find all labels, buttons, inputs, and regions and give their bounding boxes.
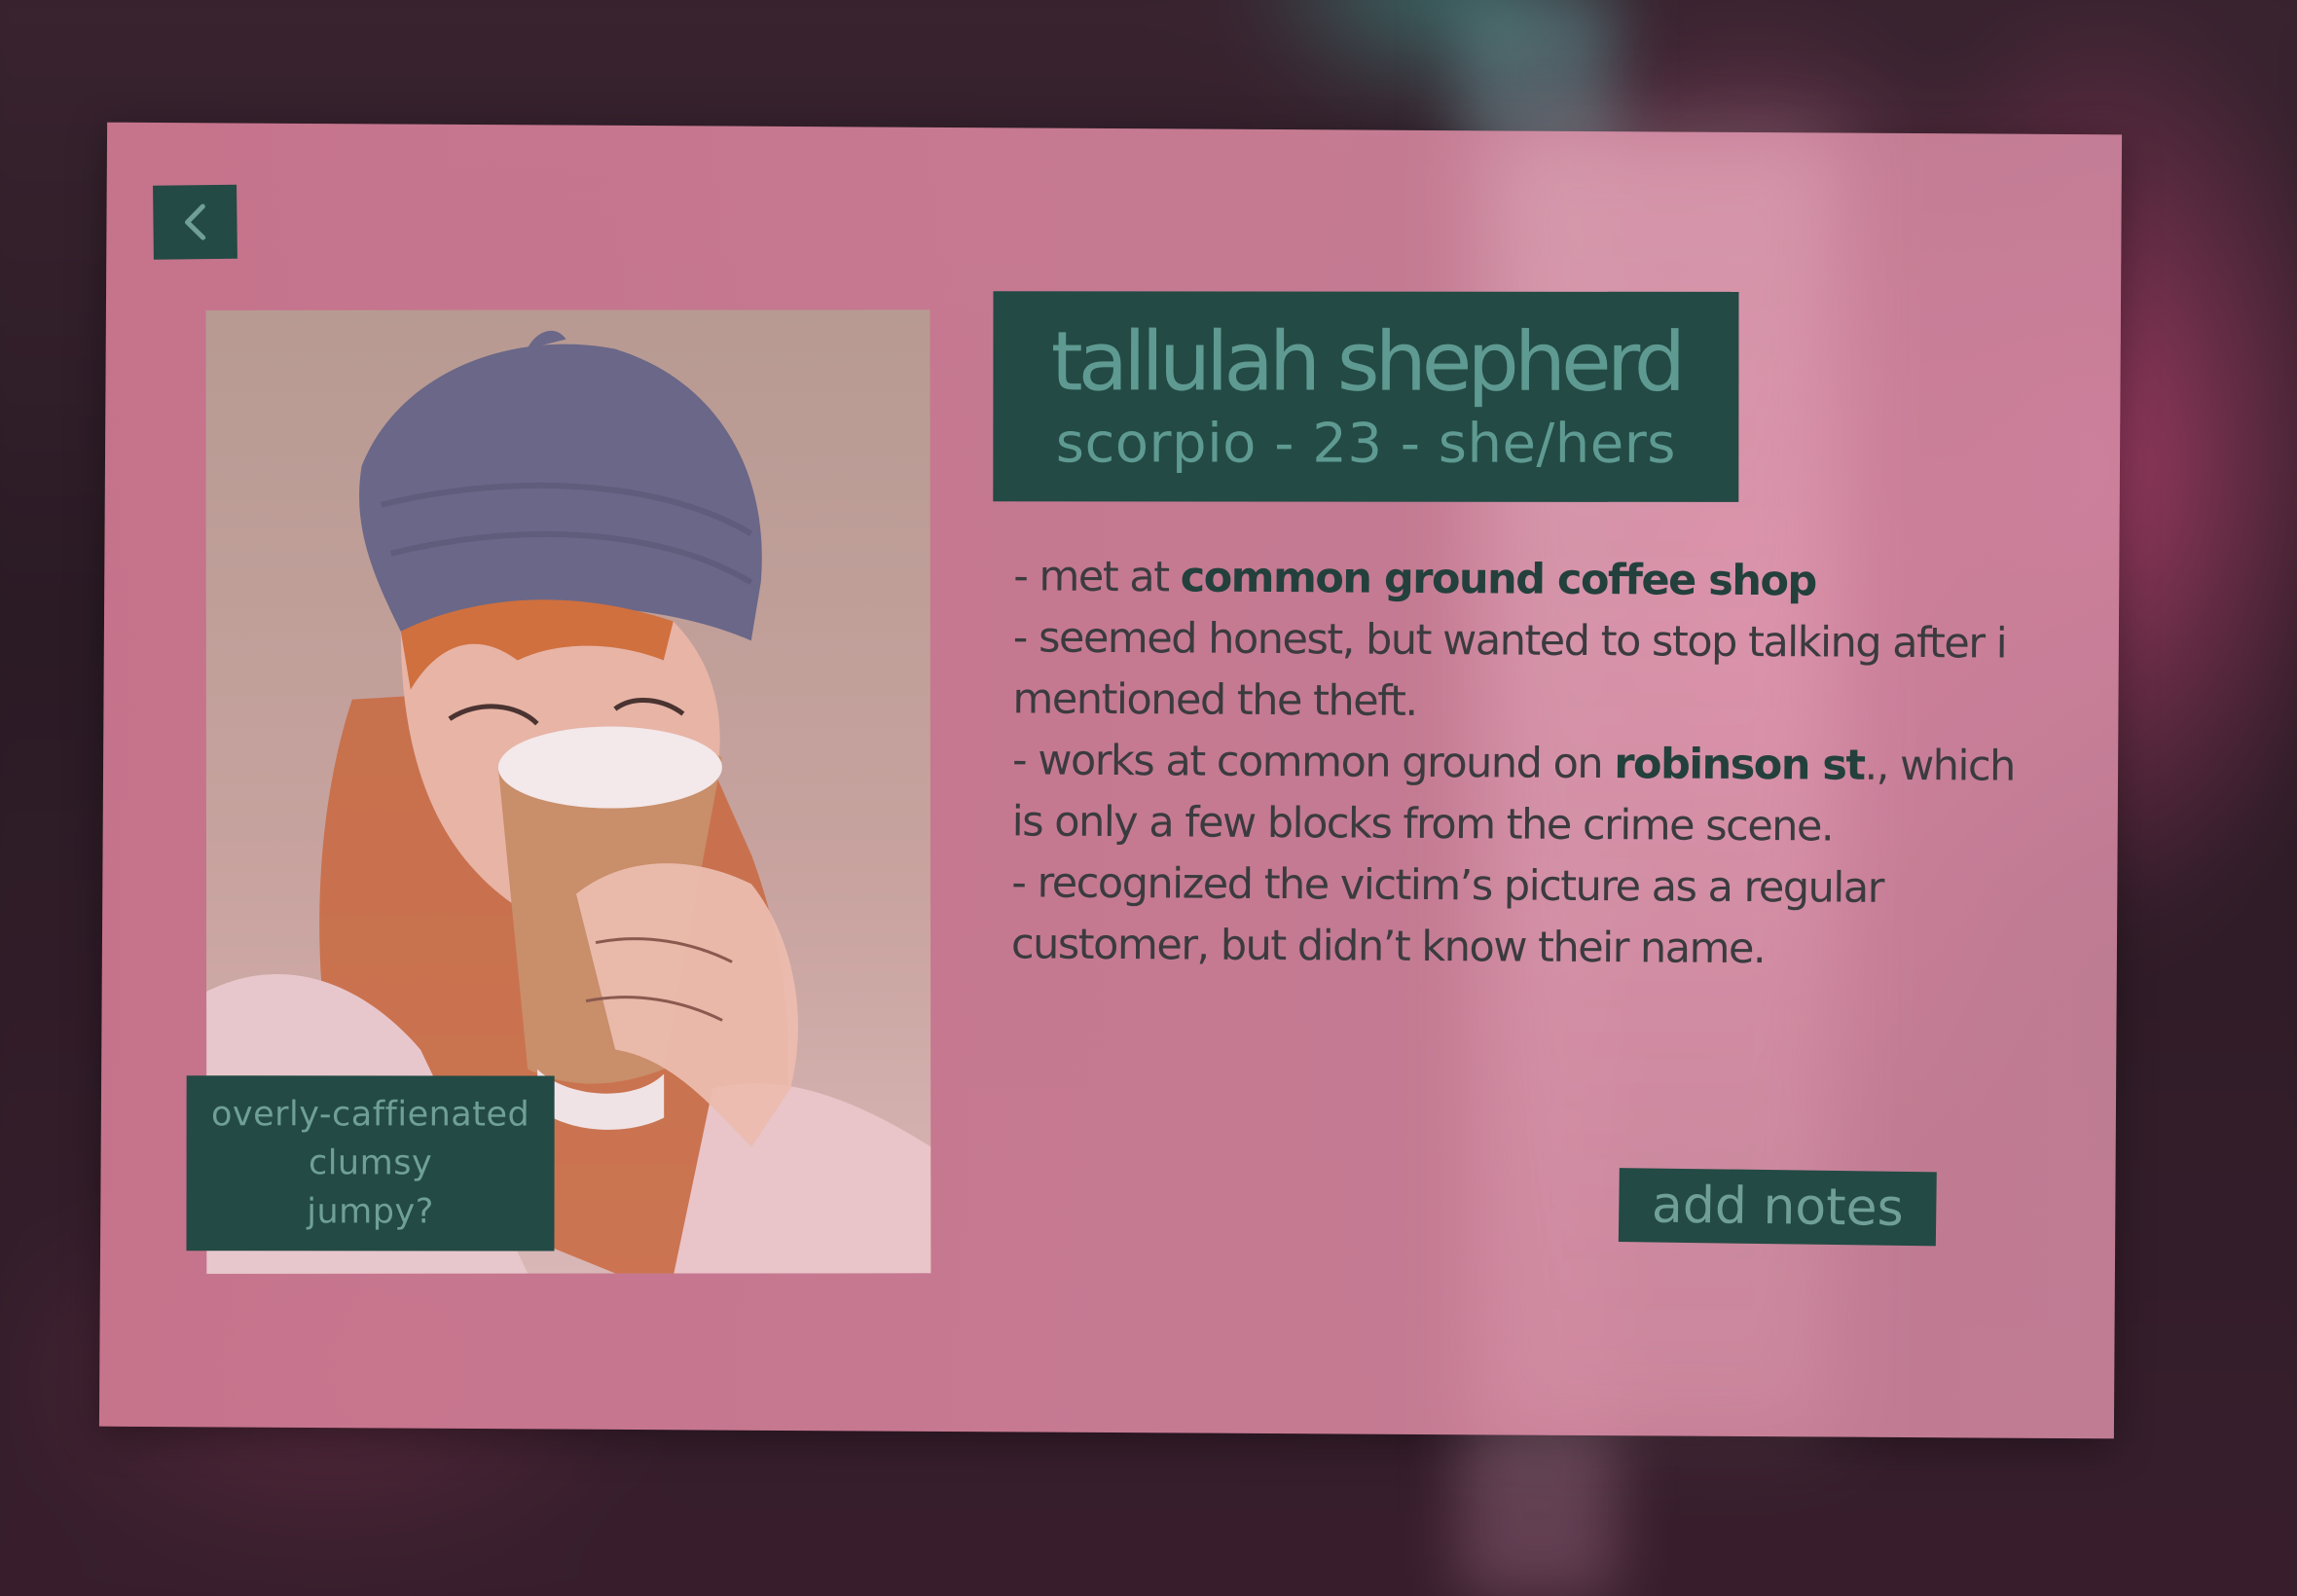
suspect-profile-card: overly-caffienated clumsy jumpy? tallula… [98, 122, 2123, 1439]
game-scene: overly-caffienated clumsy jumpy? tallula… [0, 0, 2297, 1596]
chevron-left-icon [184, 203, 206, 240]
note-item: - seemed honest, but wanted to stop talk… [1012, 613, 2007, 726]
trait-label: clumsy [308, 1143, 433, 1183]
note-item: - recognized the victim’s picture as a r… [1010, 858, 1884, 974]
character-details: scorpio - 23 - she/hers [1055, 412, 1676, 476]
note-item: - met at common ground coffee shop [1013, 552, 1816, 606]
traits-tag: overly-caffienated clumsy jumpy? [186, 1075, 555, 1251]
trait-label: overly-caffienated [210, 1095, 530, 1135]
back-button[interactable] [153, 184, 237, 260]
add-notes-button[interactable]: add notes [1618, 1168, 1937, 1247]
character-name: tallulah shepherd [1050, 313, 1682, 410]
note-item: - works at common ground on robinson st.… [1011, 736, 2015, 852]
trait-label: jumpy? [307, 1192, 434, 1232]
name-banner: tallulah shepherd scorpio - 23 - she/her… [993, 291, 1739, 502]
notes-list: - met at common ground coffee shop - see… [1011, 546, 2046, 981]
